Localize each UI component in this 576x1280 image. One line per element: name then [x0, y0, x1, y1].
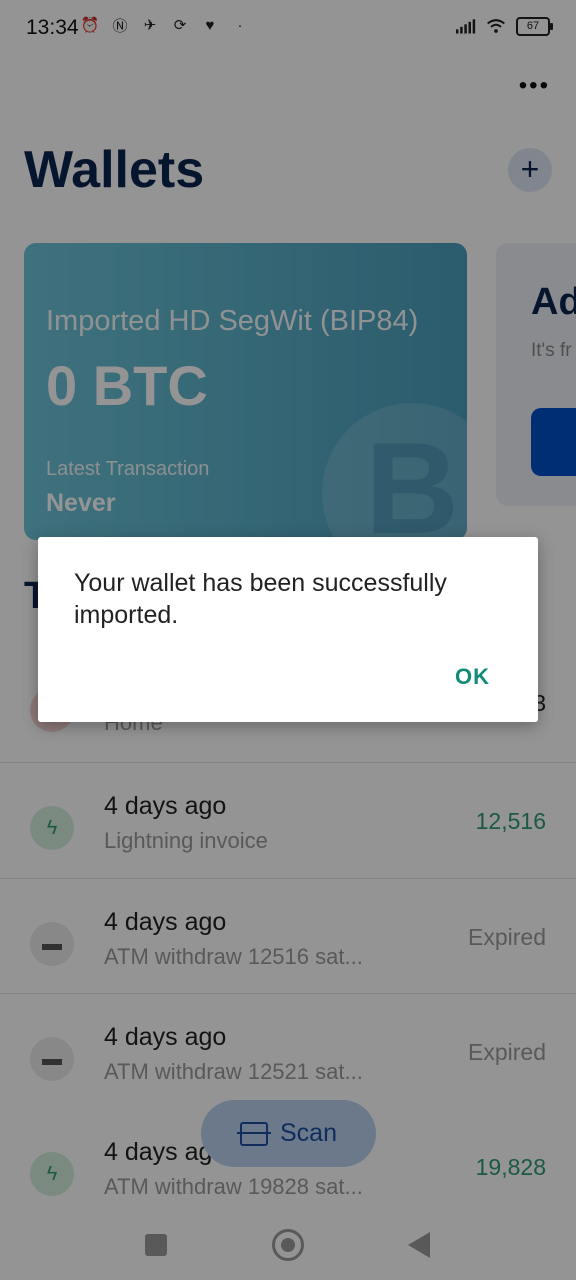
ok-button[interactable]: OK	[455, 664, 490, 690]
success-dialog: Your wallet has been successfully import…	[38, 537, 538, 722]
app-screen: 13:34 ⏰ Ⓝ ✈ ⟳ ♥ · 67 ••• Wallets + B Imp…	[0, 0, 576, 1280]
dialog-message: Your wallet has been successfully import…	[74, 569, 447, 629]
